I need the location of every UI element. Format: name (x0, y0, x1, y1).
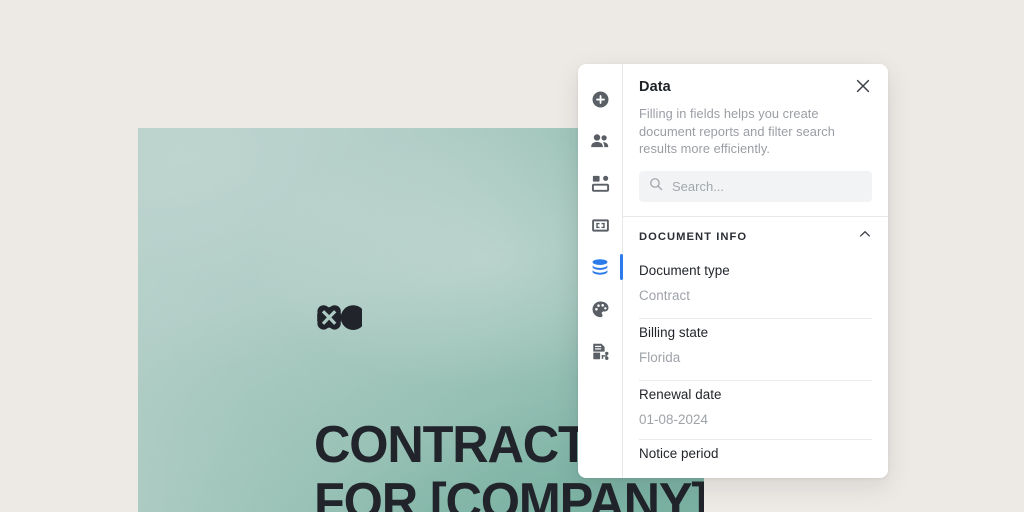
chevron-up-icon[interactable] (858, 227, 872, 246)
field-label: Notice period (639, 445, 719, 461)
search-icon (649, 177, 663, 196)
document-info-section: DOCUMENT INFO Document type Contract Bil… (623, 217, 888, 479)
palette-icon (592, 301, 608, 317)
panel-header: Data Filling in fields helps you create … (623, 64, 888, 217)
active-rail-indicator (620, 254, 623, 280)
field-notice-period[interactable]: Notice period (639, 440, 872, 476)
section-label: DOCUMENT INFO (639, 230, 748, 243)
add-icon (592, 91, 608, 107)
field-renewal-date[interactable]: Renewal date 01-08-2024 (639, 381, 872, 440)
field-value: 01-08-2024 (639, 411, 708, 427)
rail-item-add[interactable] (578, 78, 622, 120)
field-label: Document type (639, 262, 730, 278)
close-icon[interactable] (854, 77, 872, 95)
panel-icon-rail (578, 64, 623, 478)
field-document-type[interactable]: Document type Contract (639, 257, 872, 319)
section-header-document-info[interactable]: DOCUMENT INFO (639, 217, 872, 257)
rail-item-workflow[interactable] (578, 330, 622, 372)
data-panel: Data Filling in fields helps you create … (578, 64, 888, 478)
rail-item-data[interactable] (578, 246, 623, 288)
field-value: Florida (639, 349, 681, 365)
workflow-doc-icon (592, 343, 608, 360)
rail-item-theme[interactable] (578, 288, 622, 330)
panel-body: Data Filling in fields helps you create … (623, 64, 888, 478)
rail-item-placeholder[interactable] (578, 204, 622, 246)
placeholder-icon (591, 218, 609, 232)
layout-icon (591, 175, 609, 192)
people-icon (591, 134, 609, 148)
panel-title: Data (639, 79, 671, 95)
screen: CONTRACT FOR [COMPANY] Data Filling in f… (0, 0, 1024, 512)
field-label: Billing state (639, 324, 709, 340)
database-icon (592, 259, 608, 275)
clover-circle-logo (314, 304, 366, 332)
search-input[interactable] (672, 178, 862, 194)
rail-item-people[interactable] (578, 120, 622, 162)
field-label: Renewal date (639, 386, 722, 402)
rail-item-layout[interactable] (578, 162, 622, 204)
field-value: Contract (639, 287, 691, 303)
panel-description: Filling in fields helps you create docum… (639, 106, 835, 156)
field-billing-state[interactable]: Billing state Florida (639, 319, 872, 381)
search-box[interactable] (639, 170, 872, 202)
